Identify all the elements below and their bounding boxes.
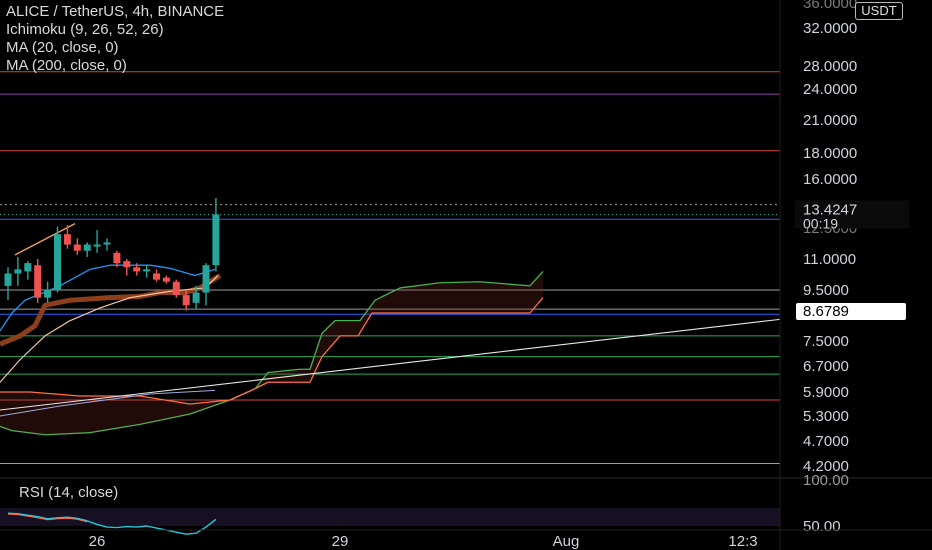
time-tick-label: 29 [332,533,349,550]
candle-body [113,252,121,264]
price-tick-label: 28.0000 [803,58,857,75]
marked-price-label: 8.6789 [803,303,849,320]
candle-body [83,244,91,251]
price-tick-label: 18.0000 [803,145,857,162]
candle-body [63,234,71,245]
candle-body [172,281,180,296]
currency-badge[interactable]: USDT [855,2,903,20]
candle-body [143,269,151,272]
candle-body [192,292,200,303]
candle-body [93,244,101,247]
price-tick-label: 6.7000 [803,358,849,375]
time-tick-label: 12:3 [728,533,757,550]
price-tick-label: 21.0000 [803,112,857,129]
candle-body [44,290,52,298]
symbol-title[interactable]: ALICE / TetherUS, 4h, BINANCE [6,3,224,21]
price-tick-label: 7.5000 [803,333,849,350]
rsi-band [0,508,780,526]
countdown-label: 00:19 [803,215,838,231]
chart-legend: ALICE / TetherUS, 4h, BINANCE Ichimoku (… [6,3,224,75]
candle-body [133,267,141,272]
price-tick-label: 24.0000 [803,81,857,98]
candle-body [4,273,12,286]
candle-body [54,234,61,290]
ma200-legend[interactable]: MA (200, close, 0) [6,57,224,75]
rsi-tick-label: 50.00 [803,518,841,535]
ma20-legend[interactable]: MA (20, close, 0) [6,39,224,57]
ichimoku-legend[interactable]: Ichimoku (9, 26, 52, 26) [6,21,224,39]
candle-body [123,261,131,268]
chart-canvas[interactable]: 36.0000 32.0000 28.0000 24.0000 21.0000 18.00… [0,0,932,550]
rsi-tick-label: 100.00 [803,472,849,489]
candle-body [182,295,190,306]
price-tick-label: 36.0000 [803,0,857,12]
candle-body [34,265,42,298]
candle-body [14,269,22,274]
price-tick-label: 5.3000 [803,408,849,425]
price-tick-label: 11.0000 [803,251,856,268]
candle-body [103,242,111,245]
candle-body [162,277,170,282]
price-tick-label: 4.7000 [803,433,849,450]
candle-body [202,265,210,293]
price-tick-label: 32.0000 [803,20,857,37]
candle-body [153,273,160,280]
price-tick-label: 9.5000 [803,282,849,299]
rsi-legend[interactable]: RSI (14, close) [19,484,118,501]
price-tick-label: 5.9000 [803,384,849,401]
time-tick-label: Aug [553,533,580,550]
price-tick-label: 16.0000 [803,171,857,188]
time-tick-label: 26 [89,533,106,550]
candle-body [24,263,32,272]
candle-body [212,214,220,266]
candle-body [73,244,81,251]
